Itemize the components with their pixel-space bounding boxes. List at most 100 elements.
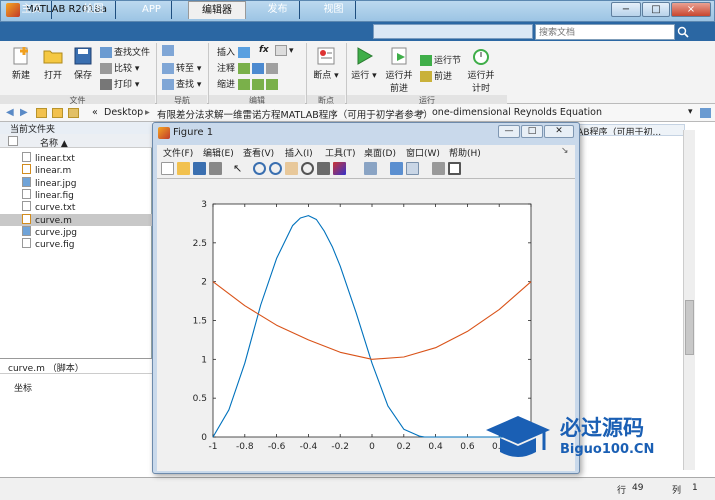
tab-apps[interactable]: APP xyxy=(132,1,172,19)
file-item[interactable]: linear.m xyxy=(22,164,71,176)
brush-icon[interactable] xyxy=(333,162,346,175)
open-button[interactable]: 打开 xyxy=(38,46,68,81)
path-desktop[interactable]: Desktop xyxy=(104,107,143,118)
dock-arrow-icon[interactable]: ↘ xyxy=(561,146,569,156)
browse-folder-icon[interactable] xyxy=(52,108,63,118)
figure-close-button[interactable]: ✕ xyxy=(544,125,574,138)
colorbar-icon[interactable] xyxy=(390,162,403,175)
save-button[interactable]: 保存 xyxy=(68,46,98,81)
figure-minimize-button[interactable]: — xyxy=(498,125,520,138)
divider xyxy=(0,373,152,374)
scrollbar-thumb[interactable] xyxy=(685,300,694,355)
open-file-icon[interactable] xyxy=(177,162,190,175)
goto-icon xyxy=(162,63,174,74)
watermark-text-en: Biguo100.CN xyxy=(560,442,655,457)
insert-button[interactable]: 插入 xyxy=(217,45,252,58)
menu-edit[interactable]: 编辑(E) xyxy=(203,146,234,159)
menu-help[interactable]: 帮助(H) xyxy=(449,146,481,159)
folder-icon xyxy=(42,46,64,66)
menu-desktop[interactable]: 桌面(D) xyxy=(364,146,396,159)
select-checkbox[interactable] xyxy=(8,136,18,146)
folder-up-icon[interactable] xyxy=(36,108,47,118)
fx-button[interactable]: fx xyxy=(259,45,269,55)
file-item[interactable]: curve.m xyxy=(0,213,152,226)
hide-tools-icon[interactable] xyxy=(432,162,445,175)
save-figure-icon[interactable] xyxy=(193,162,206,175)
address-bar[interactable]: ◀ ▶ « Desktop ▸ 有限差分法求解一维雷诺方程MATLAB程序（可用… xyxy=(0,104,715,122)
new-button[interactable]: 新建 xyxy=(6,46,36,81)
menu-tools[interactable]: 工具(T) xyxy=(325,146,356,159)
menu-file[interactable]: 文件(F) xyxy=(163,146,193,159)
quick-access-toolbar[interactable] xyxy=(373,24,533,39)
menu-window[interactable]: 窗口(W) xyxy=(406,146,440,159)
menu-view[interactable]: 查看(V) xyxy=(243,146,274,159)
file-item[interactable]: linear.jpg xyxy=(22,176,76,189)
link-plot-icon[interactable] xyxy=(364,162,377,175)
tab-plots[interactable]: 绘图 xyxy=(72,1,116,19)
y-tick-label: 2 xyxy=(201,278,207,288)
file-item[interactable]: curve.txt xyxy=(22,201,75,213)
indent-button[interactable]: 缩进 xyxy=(217,77,280,90)
run-and-advance-button[interactable]: 运行并 前进 xyxy=(383,46,415,94)
back-icon xyxy=(162,45,174,56)
chevron-down-icon[interactable]: ▾ xyxy=(688,107,693,117)
zoom-in-icon[interactable] xyxy=(253,162,266,175)
rotate-icon[interactable] xyxy=(301,162,314,175)
search-folder-icon[interactable] xyxy=(700,108,711,118)
path-separator: ▸ xyxy=(420,107,425,118)
data-cursor-icon[interactable] xyxy=(317,162,330,175)
print-figure-icon[interactable] xyxy=(209,162,222,175)
run-and-time-button[interactable]: 运行并 计时 xyxy=(465,46,497,94)
format-dropdown[interactable]: ▾ xyxy=(275,45,294,56)
comment-button[interactable]: 注释 xyxy=(217,61,280,74)
row-label: 行 xyxy=(617,486,627,496)
y-tick-label: 0 xyxy=(201,433,207,443)
pan-icon[interactable] xyxy=(285,162,298,175)
search-docs-input[interactable] xyxy=(535,24,675,40)
insert-icon xyxy=(237,47,250,58)
path-project-folder[interactable]: 有限差分法求解一维雷诺方程MATLAB程序（可用于初学者参考） xyxy=(157,107,433,121)
back-arrow-icon[interactable]: ◀ xyxy=(6,107,14,118)
path-subfolder[interactable]: one-dimensional Reynolds Equation xyxy=(432,107,602,118)
figure-maximize-button[interactable]: □ xyxy=(521,125,543,138)
zoom-out-icon[interactable] xyxy=(269,162,282,175)
group-breakpoints-label: 断点 xyxy=(307,95,345,105)
new-figure-icon[interactable] xyxy=(161,162,174,175)
tab-view[interactable]: 视图 xyxy=(312,1,356,19)
legend-icon[interactable] xyxy=(406,162,419,175)
m-file-icon xyxy=(22,164,31,175)
y-tick-label: 2.5 xyxy=(193,239,207,249)
goto-button[interactable]: 转至 ▾ xyxy=(162,61,201,74)
details-panel: curve.m （脚本） 坐标 xyxy=(0,358,152,477)
menu-insert[interactable]: 插入(I) xyxy=(285,146,313,159)
file-item[interactable]: linear.txt xyxy=(22,152,75,164)
close-button[interactable]: × xyxy=(671,2,711,17)
watermark-logo: 必过源码 Biguo100.CN xyxy=(478,408,688,468)
run-button[interactable]: 运行 ▾ xyxy=(350,46,378,81)
file-name: linear.fig xyxy=(35,190,74,201)
name-column-header[interactable]: 名称 ▲ xyxy=(0,134,152,149)
nav-arrows[interactable] xyxy=(162,45,176,56)
file-name: curve.m xyxy=(35,215,72,226)
file-item[interactable]: linear.fig xyxy=(22,188,74,201)
pointer-icon[interactable]: ↖ xyxy=(233,162,246,175)
tab-editor[interactable]: 编辑器 xyxy=(188,1,246,19)
divider xyxy=(156,43,157,103)
find-files-button[interactable]: 查找文件 xyxy=(100,45,150,58)
tab-home[interactable]: 主页 xyxy=(12,1,52,19)
find-button[interactable]: 查找 ▾ xyxy=(162,77,201,90)
forward-arrow-icon[interactable]: ▶ xyxy=(20,107,28,118)
search-icon[interactable] xyxy=(677,24,689,40)
maximize-button[interactable]: □ xyxy=(642,2,670,17)
minimize-button[interactable]: − xyxy=(611,2,641,17)
file-item[interactable]: curve.jpg xyxy=(22,225,77,238)
breakpoints-button[interactable]: 断点 ▾ xyxy=(310,46,342,81)
show-tools-icon[interactable] xyxy=(448,162,461,175)
print-button[interactable]: 打印 ▾ xyxy=(100,77,139,90)
run-section-button[interactable]: 运行节 xyxy=(420,53,461,66)
file-item[interactable]: curve.fig xyxy=(22,238,74,250)
compare-button[interactable]: 比较 ▾ xyxy=(100,61,139,74)
advance-button[interactable]: 前进 xyxy=(420,69,452,82)
current-folder-title: 当前文件夹 xyxy=(0,122,152,135)
tab-publish[interactable]: 发布 xyxy=(256,1,300,19)
